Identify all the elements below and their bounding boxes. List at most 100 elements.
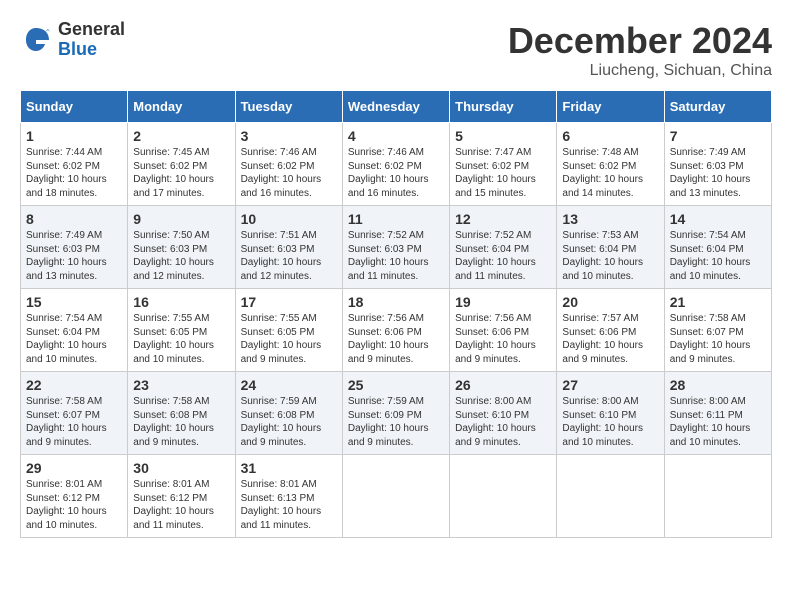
- day-number: 18: [348, 294, 444, 310]
- calendar-table: SundayMondayTuesdayWednesdayThursdayFrid…: [20, 90, 772, 538]
- day-info: Sunrise: 7:53 AM Sunset: 6:04 PM Dayligh…: [562, 229, 658, 283]
- day-number: 12: [455, 211, 551, 227]
- day-number: 16: [133, 294, 229, 310]
- day-number: 24: [241, 377, 337, 393]
- day-info: Sunrise: 7:57 AM Sunset: 6:06 PM Dayligh…: [562, 312, 658, 366]
- calendar-day-cell: 11 Sunrise: 7:52 AM Sunset: 6:03 PM Dayli…: [342, 206, 449, 289]
- day-number: 28: [670, 377, 766, 393]
- calendar-day-cell: 6 Sunrise: 7:48 AM Sunset: 6:02 PM Daylig…: [557, 123, 664, 206]
- day-info: Sunrise: 7:55 AM Sunset: 6:05 PM Dayligh…: [241, 312, 337, 366]
- calendar-week-row: 29 Sunrise: 8:01 AM Sunset: 6:12 PM Dayli…: [21, 455, 772, 538]
- calendar-day-cell: 3 Sunrise: 7:46 AM Sunset: 6:02 PM Daylig…: [235, 123, 342, 206]
- calendar-header-row: SundayMondayTuesdayWednesdayThursdayFrid…: [21, 91, 772, 123]
- day-number: 7: [670, 128, 766, 144]
- calendar-day-cell: 4Sunrise: 7:46 AM Sunset: 6:02 PM Daylig…: [342, 123, 449, 206]
- calendar-day-header: Saturday: [664, 91, 771, 123]
- calendar-day-cell: 25Sunrise: 7:59 AM Sunset: 6:09 PM Dayli…: [342, 372, 449, 455]
- day-number: 3: [241, 128, 337, 144]
- calendar-day-cell: 20Sunrise: 7:57 AM Sunset: 6:06 PM Dayli…: [557, 289, 664, 372]
- day-number: 22: [26, 377, 122, 393]
- day-number: 4: [348, 128, 444, 144]
- calendar-week-row: 1 Sunrise: 7:44 AM Sunset: 6:02 PM Daylig…: [21, 123, 772, 206]
- calendar-day-cell: 22 Sunrise: 7:58 AM Sunset: 6:07 PM Dayli…: [21, 372, 128, 455]
- day-number: 26: [455, 377, 551, 393]
- day-info: Sunrise: 7:58 AM Sunset: 6:08 PM Dayligh…: [133, 395, 229, 449]
- calendar-day-cell: 10Sunrise: 7:51 AM Sunset: 6:03 PM Dayli…: [235, 206, 342, 289]
- calendar-week-row: 15 Sunrise: 7:54 AM Sunset: 6:04 PM Dayli…: [21, 289, 772, 372]
- calendar-day-header: Sunday: [21, 91, 128, 123]
- day-info: Sunrise: 8:00 AM Sunset: 6:11 PM Dayligh…: [670, 395, 766, 449]
- month-title: December 2024: [508, 20, 772, 62]
- day-info: Sunrise: 7:52 AM Sunset: 6:04 PM Dayligh…: [455, 229, 551, 283]
- calendar-day-cell: [342, 455, 449, 538]
- calendar-day-cell: [557, 455, 664, 538]
- day-number: 31: [241, 460, 337, 476]
- day-number: 8: [26, 211, 122, 227]
- calendar-day-cell: 26Sunrise: 8:00 AM Sunset: 6:10 PM Dayli…: [450, 372, 557, 455]
- logo-general: General: [58, 19, 125, 39]
- calendar-day-cell: 9 Sunrise: 7:50 AM Sunset: 6:03 PM Daylig…: [128, 206, 235, 289]
- calendar-day-header: Tuesday: [235, 91, 342, 123]
- calendar-day-cell: 15 Sunrise: 7:54 AM Sunset: 6:04 PM Dayli…: [21, 289, 128, 372]
- day-info: Sunrise: 7:47 AM Sunset: 6:02 PM Dayligh…: [455, 146, 551, 200]
- day-info: Sunrise: 8:01 AM Sunset: 6:12 PM Dayligh…: [133, 478, 229, 532]
- day-info: Sunrise: 7:49 AM Sunset: 6:03 PM Dayligh…: [670, 146, 766, 200]
- calendar-day-cell: 13Sunrise: 7:53 AM Sunset: 6:04 PM Dayli…: [557, 206, 664, 289]
- day-number: 15: [26, 294, 122, 310]
- day-info: Sunrise: 7:55 AM Sunset: 6:05 PM Dayligh…: [133, 312, 229, 366]
- calendar-day-cell: 30Sunrise: 8:01 AM Sunset: 6:12 PM Dayli…: [128, 455, 235, 538]
- calendar-day-cell: 31Sunrise: 8:01 AM Sunset: 6:13 PM Dayli…: [235, 455, 342, 538]
- page-header: General Blue December 2024 Liucheng, Sic…: [20, 20, 772, 80]
- day-number: 6: [562, 128, 658, 144]
- calendar-day-cell: [664, 455, 771, 538]
- day-info: Sunrise: 7:46 AM Sunset: 6:02 PM Dayligh…: [241, 146, 337, 200]
- day-number: 25: [348, 377, 444, 393]
- logo: General Blue: [20, 20, 125, 60]
- calendar-day-cell: 24 Sunrise: 7:59 AM Sunset: 6:08 PM Dayli…: [235, 372, 342, 455]
- day-number: 1: [26, 128, 122, 144]
- day-info: Sunrise: 7:49 AM Sunset: 6:03 PM Dayligh…: [26, 229, 122, 283]
- calendar-day-cell: 29 Sunrise: 8:01 AM Sunset: 6:12 PM Dayli…: [21, 455, 128, 538]
- day-number: 17: [241, 294, 337, 310]
- calendar-day-cell: 18 Sunrise: 7:56 AM Sunset: 6:06 PM Dayli…: [342, 289, 449, 372]
- day-info: Sunrise: 7:56 AM Sunset: 6:06 PM Dayligh…: [455, 312, 551, 366]
- day-number: 14: [670, 211, 766, 227]
- calendar-day-cell: [450, 455, 557, 538]
- day-number: 23: [133, 377, 229, 393]
- calendar-day-cell: 14 Sunrise: 7:54 AM Sunset: 6:04 PM Dayli…: [664, 206, 771, 289]
- day-info: Sunrise: 7:52 AM Sunset: 6:03 PM Dayligh…: [348, 229, 444, 283]
- day-info: Sunrise: 7:54 AM Sunset: 6:04 PM Dayligh…: [670, 229, 766, 283]
- calendar-day-header: Thursday: [450, 91, 557, 123]
- day-info: Sunrise: 7:58 AM Sunset: 6:07 PM Dayligh…: [26, 395, 122, 449]
- logo-blue: Blue: [58, 39, 97, 59]
- logo-text: General Blue: [58, 20, 125, 60]
- day-info: Sunrise: 8:01 AM Sunset: 6:12 PM Dayligh…: [26, 478, 122, 532]
- calendar-day-cell: 16 Sunrise: 7:55 AM Sunset: 6:05 PM Dayli…: [128, 289, 235, 372]
- day-info: Sunrise: 7:56 AM Sunset: 6:06 PM Dayligh…: [348, 312, 444, 366]
- day-info: Sunrise: 7:59 AM Sunset: 6:08 PM Dayligh…: [241, 395, 337, 449]
- calendar-day-cell: 5Sunrise: 7:47 AM Sunset: 6:02 PM Daylig…: [450, 123, 557, 206]
- day-number: 9: [133, 211, 229, 227]
- title-block: December 2024 Liucheng, Sichuan, China: [508, 20, 772, 80]
- day-info: Sunrise: 7:48 AM Sunset: 6:02 PM Dayligh…: [562, 146, 658, 200]
- day-number: 11: [348, 211, 444, 227]
- calendar-day-cell: 1 Sunrise: 7:44 AM Sunset: 6:02 PM Daylig…: [21, 123, 128, 206]
- day-info: Sunrise: 7:54 AM Sunset: 6:04 PM Dayligh…: [26, 312, 122, 366]
- day-number: 19: [455, 294, 551, 310]
- day-info: Sunrise: 7:50 AM Sunset: 6:03 PM Dayligh…: [133, 229, 229, 283]
- calendar-day-cell: 28 Sunrise: 8:00 AM Sunset: 6:11 PM Dayli…: [664, 372, 771, 455]
- day-number: 27: [562, 377, 658, 393]
- day-number: 2: [133, 128, 229, 144]
- day-info: Sunrise: 7:58 AM Sunset: 6:07 PM Dayligh…: [670, 312, 766, 366]
- calendar-day-cell: 2Sunrise: 7:45 AM Sunset: 6:02 PM Daylig…: [128, 123, 235, 206]
- calendar-day-cell: 23 Sunrise: 7:58 AM Sunset: 6:08 PM Dayli…: [128, 372, 235, 455]
- day-info: Sunrise: 8:00 AM Sunset: 6:10 PM Dayligh…: [562, 395, 658, 449]
- day-number: 29: [26, 460, 122, 476]
- calendar-day-cell: 12 Sunrise: 7:52 AM Sunset: 6:04 PM Dayli…: [450, 206, 557, 289]
- calendar-day-header: Monday: [128, 91, 235, 123]
- calendar-day-cell: 8 Sunrise: 7:49 AM Sunset: 6:03 PM Daylig…: [21, 206, 128, 289]
- day-info: Sunrise: 7:44 AM Sunset: 6:02 PM Dayligh…: [26, 146, 122, 200]
- calendar-day-cell: 27 Sunrise: 8:00 AM Sunset: 6:10 PM Dayli…: [557, 372, 664, 455]
- calendar-day-header: Wednesday: [342, 91, 449, 123]
- day-number: 10: [241, 211, 337, 227]
